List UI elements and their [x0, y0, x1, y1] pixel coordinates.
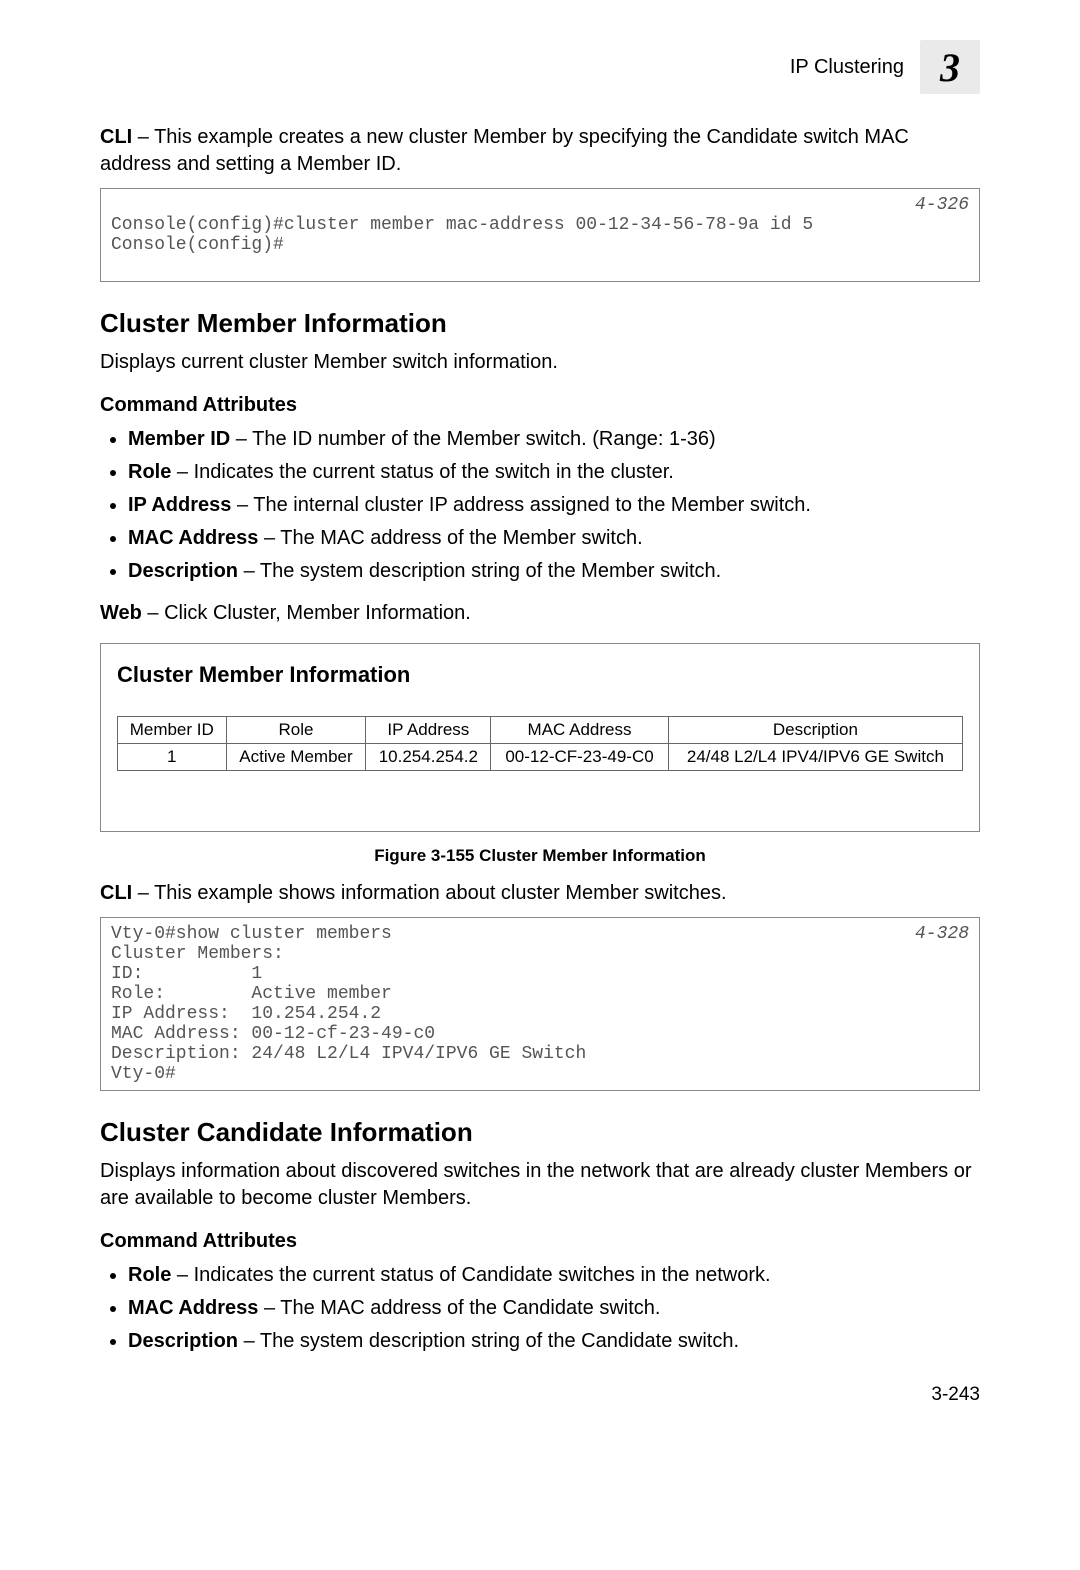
attr-item: MAC Address – The MAC address of the Can… — [128, 1294, 980, 1323]
attr-label: Role — [128, 1264, 171, 1286]
attr-item: MAC Address – The MAC address of the Mem… — [128, 524, 980, 553]
member-attr-list: Member ID – The ID number of the Member … — [100, 425, 980, 586]
th-mac: MAC Address — [491, 717, 669, 744]
chapter-number: 3 — [940, 44, 960, 91]
attr-text: – Indicates the current status of the sw… — [171, 461, 673, 483]
chapter-badge: 3 — [920, 40, 980, 94]
attr-item: Role – Indicates the current status of t… — [128, 458, 980, 487]
attr-text: – The system description string of the C… — [238, 1330, 739, 1352]
member-info-table: Member ID Role IP Address MAC Address De… — [117, 716, 963, 771]
code-line: Console(config)# — [111, 235, 284, 255]
code-page-ref: 4-328 — [915, 924, 969, 944]
table-row: 1 Active Member 10.254.254.2 00-12-CF-23… — [118, 744, 963, 771]
attr-label: Role — [128, 461, 171, 483]
command-attributes-heading: Command Attributes — [100, 1230, 980, 1253]
code-line: Console(config)#cluster member mac-addre… — [111, 215, 813, 235]
attr-item: Member ID – The ID number of the Member … — [128, 425, 980, 454]
attr-label: Description — [128, 560, 238, 582]
th-role: Role — [226, 717, 366, 744]
attr-item: Description – The system description str… — [128, 1327, 980, 1356]
command-attributes-heading: Command Attributes — [100, 394, 980, 417]
th-member-id: Member ID — [118, 717, 227, 744]
attr-label: Description — [128, 1330, 238, 1352]
candidate-desc: Displays information about discovered sw… — [100, 1158, 980, 1212]
section-heading-candidate-info: Cluster Candidate Information — [100, 1117, 980, 1148]
cli-intro-paragraph: CLI – This example creates a new cluster… — [100, 124, 980, 178]
td-ip: 10.254.254.2 — [366, 744, 491, 771]
attr-label: MAC Address — [128, 1297, 258, 1319]
screenshot-title: Cluster Member Information — [117, 662, 963, 688]
document-page: IP Clustering 3 CLI – This example creat… — [0, 0, 1080, 1466]
code-body: Vty-0#show cluster members Cluster Membe… — [111, 924, 586, 1084]
candidate-attr-list: Role – Indicates the current status of C… — [100, 1261, 980, 1356]
cli-label: CLI — [100, 882, 132, 904]
attr-item: Description – The system description str… — [128, 557, 980, 586]
attr-label: MAC Address — [128, 527, 258, 549]
td-member-id: 1 — [118, 744, 227, 771]
code-block-1: Console(config)#cluster member mac-addre… — [100, 188, 980, 282]
page-header: IP Clustering 3 — [100, 40, 980, 94]
table-header-row: Member ID Role IP Address MAC Address De… — [118, 717, 963, 744]
web-label: Web — [100, 602, 142, 624]
attr-text: – The ID number of the Member switch. (R… — [230, 428, 715, 450]
attr-text: – The internal cluster IP address assign… — [231, 494, 811, 516]
web-text: – Click Cluster, Member Information. — [142, 602, 471, 624]
cli-intro-text: – This example creates a new cluster Mem… — [100, 126, 909, 175]
td-mac: 00-12-CF-23-49-C0 — [491, 744, 669, 771]
attr-label: IP Address — [128, 494, 231, 516]
td-role: Active Member — [226, 744, 366, 771]
attr-label: Member ID — [128, 428, 230, 450]
attr-text: – The system description string of the M… — [238, 560, 721, 582]
page-number: 3-243 — [100, 1384, 980, 1406]
cli-label: CLI — [100, 126, 132, 148]
member-desc: Displays current cluster Member switch i… — [100, 349, 980, 376]
td-desc: 24/48 L2/L4 IPV4/IPV6 GE Switch — [668, 744, 962, 771]
code-page-ref: 4-326 — [915, 195, 969, 215]
cli2-paragraph: CLI – This example shows information abo… — [100, 880, 980, 907]
section-heading-member-info: Cluster Member Information — [100, 308, 980, 339]
attr-text: – The MAC address of the Candidate switc… — [258, 1297, 660, 1319]
web-nav-paragraph: Web – Click Cluster, Member Information. — [100, 600, 980, 627]
cli2-text: – This example shows information about c… — [132, 882, 726, 904]
attr-item: IP Address – The internal cluster IP add… — [128, 491, 980, 520]
th-desc: Description — [668, 717, 962, 744]
member-info-screenshot: Cluster Member Information Member ID Rol… — [100, 643, 980, 832]
attr-text: – The MAC address of the Member switch. — [258, 527, 642, 549]
section-title: IP Clustering — [790, 56, 904, 79]
code-block-2: 4-328 Vty-0#show cluster members Cluster … — [100, 917, 980, 1091]
attr-item: Role – Indicates the current status of C… — [128, 1261, 980, 1290]
attr-text: – Indicates the current status of Candid… — [171, 1264, 770, 1286]
figure-caption: Figure 3-155 Cluster Member Information — [100, 846, 980, 866]
th-ip: IP Address — [366, 717, 491, 744]
